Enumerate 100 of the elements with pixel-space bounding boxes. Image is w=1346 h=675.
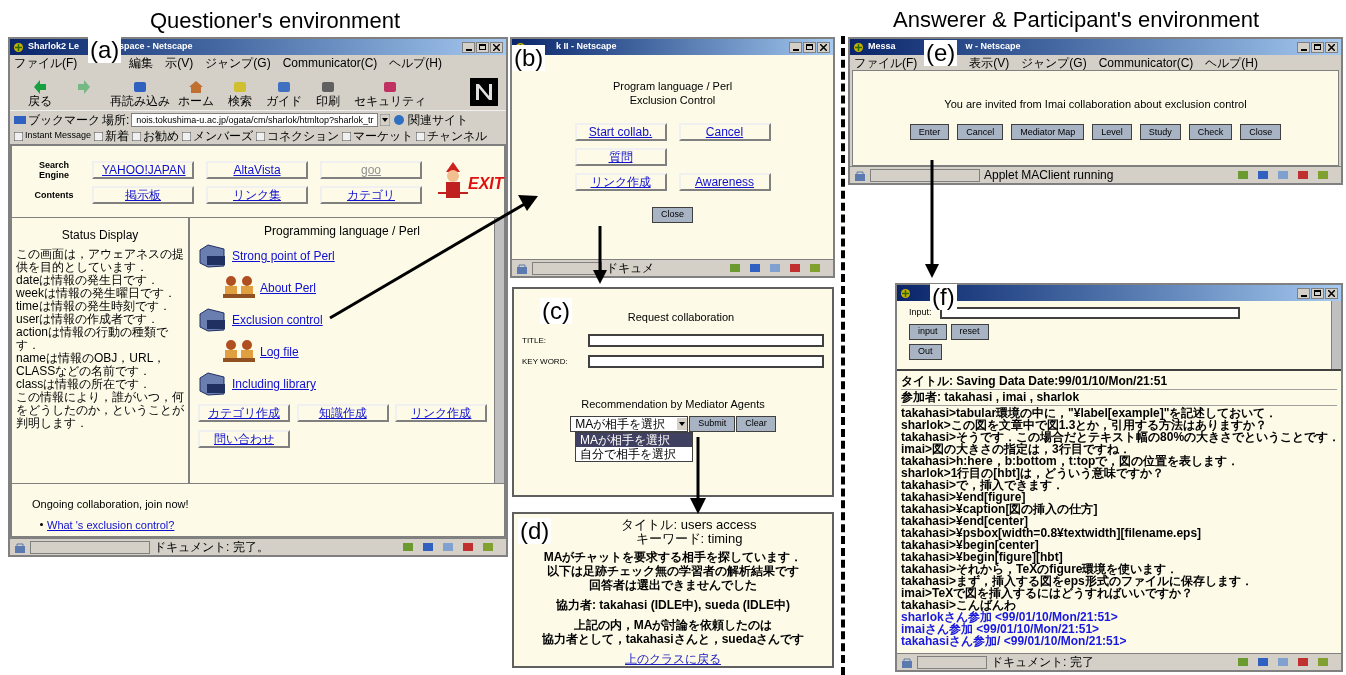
maximize-button[interactable]	[1311, 287, 1324, 299]
text-field[interactable]	[588, 333, 824, 347]
link-button[interactable]: 掲示板	[92, 185, 194, 204]
toolbar-button[interactable]: 検索	[218, 80, 262, 108]
link-button[interactable]: カテゴリ作成	[198, 404, 290, 422]
close-button[interactable]	[490, 41, 503, 53]
bookmarks-button[interactable]: ブックマーク	[28, 112, 100, 127]
toolbar-button[interactable]: ガイド	[262, 80, 306, 108]
dropdown-option[interactable]: MAが相手を選択	[576, 433, 692, 447]
toolbar-button[interactable]: 再読み込み	[106, 80, 174, 108]
component-bar-icon[interactable]	[749, 263, 761, 273]
menu-item[interactable]: 示(V)	[165, 55, 194, 70]
menu-item[interactable]: ジャンプ(G)	[1021, 55, 1087, 70]
component-bar-icon[interactable]	[1237, 170, 1249, 180]
menu-item[interactable]: ファイル(F)	[14, 55, 78, 70]
component-bar-icon[interactable]	[1237, 657, 1249, 667]
collaboration-link[interactable]: What 's exclusion control?	[47, 516, 175, 533]
personal-toolbar-item[interactable]: コネクション	[256, 129, 340, 143]
dropdown-option[interactable]: 自分で相手を選択	[576, 447, 692, 461]
menu-item[interactable]: Communicator(C)	[282, 55, 378, 70]
back-link[interactable]: 上のクラスに戻る	[625, 652, 721, 666]
minimize-button[interactable]	[1297, 287, 1310, 299]
link-button[interactable]: 問い合わせ	[198, 430, 290, 448]
minimize-button[interactable]	[1297, 41, 1310, 53]
push-button[interactable]: Enter	[909, 124, 950, 141]
link-button[interactable]: Cancel	[678, 123, 771, 141]
toolbar-button[interactable]: 印刷	[306, 80, 350, 108]
menu-item[interactable]: ヘルプ(H)	[1205, 55, 1258, 70]
link-button[interactable]: AltaVista	[206, 160, 308, 179]
link-button[interactable]: カテゴリ	[320, 185, 422, 204]
push-button[interactable]: Close	[652, 207, 693, 223]
push-button[interactable]: input	[909, 323, 947, 340]
status-line: dateは情報の発生日です．	[16, 274, 161, 287]
related-button[interactable]: 関連サイト	[408, 112, 469, 127]
push-button[interactable]: Submit	[689, 416, 736, 432]
component-bar-icon[interactable]	[1257, 657, 1269, 667]
menu-item[interactable]: 編集	[129, 55, 154, 70]
component-bar-icon[interactable]	[1257, 170, 1269, 180]
component-bar-icon[interactable]	[1297, 657, 1309, 667]
maximize-button[interactable]	[476, 41, 489, 53]
chat-message: takahasi>¥begin[center]	[901, 539, 1040, 551]
push-button[interactable]: Clear	[736, 416, 776, 432]
toolbar-button[interactable]: 戻る	[18, 80, 62, 108]
close-button[interactable]	[1325, 41, 1338, 53]
minimize-button[interactable]	[462, 41, 475, 53]
text-field[interactable]	[588, 354, 824, 368]
link-button[interactable]: YAHOO!JAPAN	[92, 160, 194, 179]
link-button[interactable]: Start collab.	[574, 123, 667, 141]
menu-item[interactable]: ジャンプ(G)	[205, 55, 271, 70]
maximize-button[interactable]	[1311, 41, 1324, 53]
link-button[interactable]: リンク作成	[574, 173, 667, 191]
toolbar-button[interactable]: セキュリティ	[350, 80, 430, 108]
topic-link[interactable]: Exclusion control	[232, 311, 323, 329]
chat-message: sharlok>1行目の[hbt]は，どういう意味ですか？	[901, 467, 1164, 479]
maximize-button[interactable]	[803, 41, 816, 53]
menu-item[interactable]: ヘルプ(H)	[389, 55, 442, 70]
personal-toolbar-item[interactable]: 新着	[94, 129, 130, 143]
link-button[interactable]: リンク集	[206, 185, 308, 204]
url-field[interactable]: nois.tokushima-u.ac.jp/ogata/cm/sharlok/htmltop?sharlok_tr	[131, 112, 379, 127]
topic-link[interactable]: Log file	[260, 343, 299, 361]
component-bar-icon[interactable]	[422, 542, 434, 552]
link-button[interactable]: 質問	[574, 148, 667, 166]
push-button[interactable]: Level	[1092, 124, 1132, 141]
link-button[interactable]: 知識作成	[296, 404, 389, 422]
push-button[interactable]: Mediator Map	[1011, 124, 1085, 141]
result-line: 上記の内，MAが討論を依頼したのは	[573, 618, 773, 632]
push-button[interactable]: Check	[1188, 124, 1233, 141]
personal-toolbar-item[interactable]: チャンネル	[416, 129, 488, 143]
component-bar-icon[interactable]	[1297, 170, 1309, 180]
menu-item[interactable]: ファイル(F)	[854, 55, 918, 70]
scrollbar[interactable]	[1331, 301, 1341, 369]
component-bar-icon[interactable]	[789, 263, 801, 273]
dropdown-arrow-icon[interactable]	[380, 113, 391, 126]
topic-link[interactable]: Strong point of Perl	[232, 247, 335, 265]
toolbar-button[interactable]: ホーム	[174, 80, 218, 108]
component-bar-icon[interactable]	[462, 542, 474, 552]
close-button[interactable]	[1325, 287, 1338, 299]
push-button[interactable]: reset	[950, 323, 989, 340]
component-bar-icon[interactable]	[402, 542, 414, 552]
push-button[interactable]: Close	[1240, 124, 1282, 141]
agent-select[interactable]: MAが相手を選択	[570, 416, 689, 432]
component-bar-icon[interactable]	[729, 263, 741, 273]
menu-item[interactable]: Communicator(C)	[1098, 55, 1194, 70]
topic-link[interactable]: Including library	[232, 375, 317, 393]
push-button[interactable]: Study	[1139, 124, 1181, 141]
topic-link[interactable]: About Perl	[260, 279, 317, 297]
menu-item[interactable]: 表示(V)	[969, 55, 1010, 70]
push-button[interactable]: Cancel	[957, 124, 1004, 141]
link-button[interactable]: リンク作成	[395, 404, 488, 422]
scrollbar[interactable]	[494, 218, 504, 483]
personal-toolbar-item[interactable]: Instant Message	[14, 129, 92, 143]
push-button[interactable]: Out	[909, 343, 942, 360]
personal-toolbar-item[interactable]: お勧め	[132, 129, 180, 143]
exit-button[interactable]: EXIT	[438, 161, 504, 202]
personal-toolbar-item[interactable]: マーケット	[342, 129, 414, 143]
link-button[interactable]: Awareness	[678, 173, 771, 191]
minimize-button[interactable]	[789, 41, 802, 53]
personal-toolbar-item[interactable]: メンバーズ	[182, 129, 254, 143]
close-button[interactable]	[817, 41, 830, 53]
page-icon	[342, 131, 352, 141]
